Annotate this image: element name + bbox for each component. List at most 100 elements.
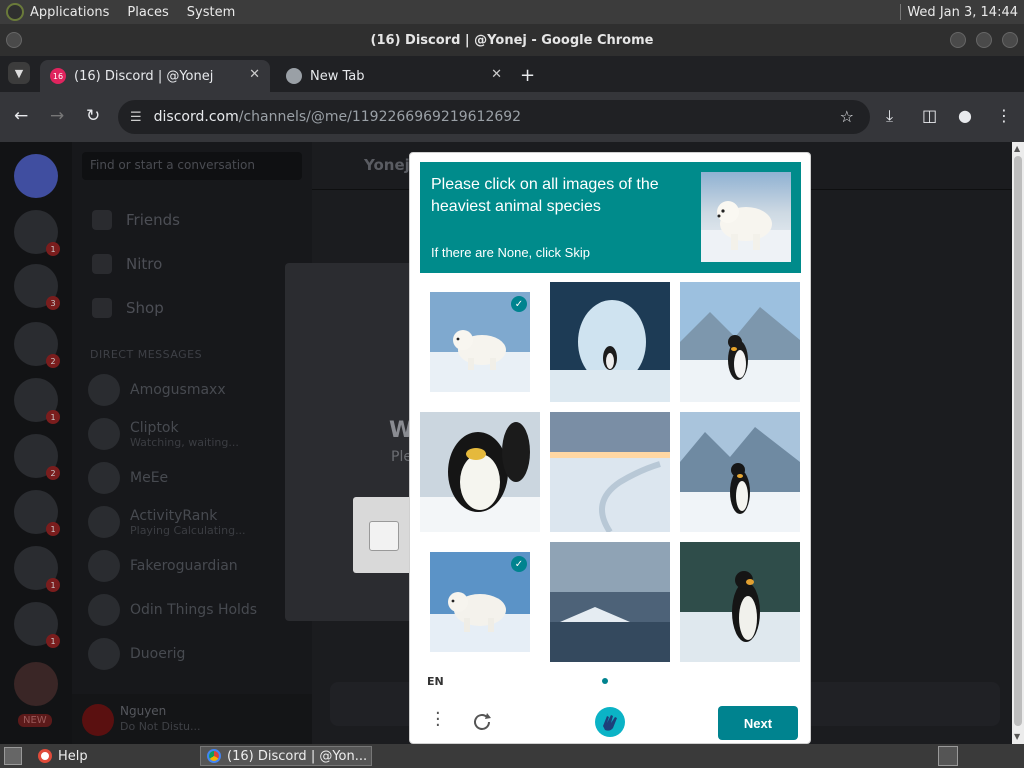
dm-item[interactable]: Odin Things Holds — [88, 594, 257, 626]
tab-label: New Tab — [310, 68, 365, 84]
scrollbar-thumb[interactable] — [1014, 156, 1022, 726]
challenge-tile-penguin-cave[interactable] — [550, 282, 670, 402]
penguin-cave-image — [550, 282, 670, 402]
minimize-icon[interactable] — [950, 32, 966, 48]
server-icon[interactable]: 2 — [14, 322, 60, 368]
show-desktop-icon[interactable] — [4, 747, 22, 765]
dm-item[interactable]: ActivityRank Playing Calculating... — [88, 506, 246, 538]
tab-search-icon[interactable]: ▼ — [8, 62, 30, 84]
dm-item[interactable]: MeEe — [88, 462, 168, 494]
user-avatar[interactable] — [82, 704, 114, 736]
scroll-down-icon[interactable]: ▼ — [1014, 732, 1020, 741]
challenge-tile-penguin-snow[interactable] — [680, 412, 800, 532]
selected-check-icon: ✓ — [511, 296, 527, 312]
taskbar: Help (16) Discord | @Yon... — [0, 744, 1024, 768]
conversation-search-input[interactable]: Find or start a conversation — [82, 152, 302, 180]
server-icon[interactable]: 2 — [14, 434, 60, 480]
maximize-icon[interactable] — [976, 32, 992, 48]
page-scrollbar[interactable]: ▲ ▼ — [1012, 142, 1024, 744]
discord-favicon-icon: 16 — [50, 68, 66, 84]
challenge-tile-snowy-landscape[interactable] — [550, 412, 670, 532]
distro-logo-icon[interactable] — [6, 3, 24, 21]
profile-icon[interactable]: ● — [958, 106, 972, 125]
help-icon — [38, 749, 52, 763]
dm-name: ActivityRank — [130, 507, 218, 524]
discord-home-icon[interactable] — [14, 154, 58, 198]
challenge-tile-icy-sea[interactable] — [550, 542, 670, 662]
tab-strip: ▼ 16 (16) Discord | @Yonej ✕ New Tab ✕ + — [0, 56, 1024, 92]
forward-icon[interactable]: → — [50, 106, 64, 126]
challenge-tile-polar-bear[interactable]: ✓ — [420, 542, 540, 662]
server-icon[interactable] — [14, 662, 58, 706]
challenge-tile-penguin-closeup[interactable] — [420, 412, 540, 532]
server-icon[interactable]: 1 — [14, 546, 60, 592]
server-icon[interactable]: 3 — [14, 264, 60, 310]
nav-label: Shop — [126, 299, 164, 317]
window-title: (16) Discord | @Yonej - Google Chrome — [370, 32, 654, 48]
window-titlebar[interactable]: (16) Discord | @Yonej - Google Chrome — [0, 24, 1024, 56]
address-bar[interactable]: ☰ discord.com /channels/@me/119226696921… — [118, 100, 870, 134]
menu-dots-icon[interactable]: · · · — [435, 705, 441, 735]
dm-item[interactable]: Duoerig — [88, 638, 185, 670]
new-tab-icon[interactable]: + — [520, 65, 535, 86]
page-indicator — [602, 678, 608, 684]
reload-icon[interactable]: ↻ — [86, 106, 100, 126]
refresh-icon[interactable] — [470, 710, 494, 734]
challenge-tile-penguin-mountains[interactable] — [680, 282, 800, 402]
shop-icon — [92, 298, 112, 318]
nav-nitro[interactable]: Nitro — [92, 254, 162, 274]
menu-system[interactable]: System — [187, 5, 235, 20]
clock[interactable]: Wed Jan 3, 14:44 — [900, 4, 1018, 20]
icy-sea-image — [550, 542, 670, 662]
menu-applications[interactable]: Applications — [30, 5, 109, 20]
server-icon[interactable]: 1 — [14, 378, 60, 424]
server-icon[interactable]: 1 — [14, 490, 60, 536]
server-icon[interactable]: 1 — [14, 210, 60, 256]
close-tab-icon[interactable]: ✕ — [249, 67, 260, 82]
challenge-tile-penguin-forest[interactable] — [680, 542, 800, 662]
next-button[interactable]: Next — [718, 706, 798, 740]
taskbar-chrome[interactable]: (16) Discord | @Yon... — [200, 746, 372, 766]
unread-badge: 1 — [46, 410, 60, 424]
dm-name: Duoerig — [130, 646, 186, 662]
language-selector[interactable]: EN — [427, 675, 444, 688]
dm-item[interactable]: Fakeroguardian — [88, 550, 238, 582]
taskbar-label: Help — [58, 748, 88, 764]
taskbar-help[interactable]: Help — [32, 746, 192, 766]
chrome-menu-icon[interactable]: ⋮ — [996, 106, 1012, 125]
scroll-up-icon[interactable]: ▲ — [1014, 144, 1020, 153]
user-panel: Nguyen Do Not Distu... — [72, 694, 312, 744]
server-icon[interactable]: 1 — [14, 602, 60, 648]
close-tab-icon[interactable]: ✕ — [491, 67, 502, 82]
challenge-footer: · · · Next — [410, 701, 810, 745]
challenge-hint: If there are None, click Skip — [431, 245, 590, 260]
tab-new-tab[interactable]: New Tab ✕ — [276, 60, 512, 92]
url-host: discord.com — [153, 109, 239, 125]
download-icon[interactable]: ⤓ — [886, 106, 893, 126]
menu-places[interactable]: Places — [127, 5, 168, 20]
challenge-prompt: Please click on all images of the heavie… — [431, 176, 659, 215]
site-info-icon[interactable]: ☰ — [130, 110, 142, 125]
window-menu-icon[interactable] — [6, 32, 22, 48]
hcaptcha-logo-icon[interactable] — [594, 706, 626, 738]
dm-item[interactable]: Amogusmaxx — [88, 374, 226, 406]
chat-title: Yonej — [364, 156, 410, 174]
dm-status: Watching, waiting... — [130, 435, 239, 449]
clock-text: Wed Jan 3, 14:44 — [907, 4, 1018, 20]
dm-item[interactable]: Cliptok Watching, waiting... — [88, 418, 239, 450]
avatar — [88, 638, 120, 670]
tray-chrome-icon[interactable] — [938, 746, 958, 766]
tab-discord[interactable]: 16 (16) Discord | @Yonej ✕ — [40, 60, 270, 92]
side-panel-icon[interactable]: ◫ — [922, 106, 937, 125]
close-window-icon[interactable] — [1002, 32, 1018, 48]
dm-name: Fakeroguardian — [130, 558, 238, 574]
back-icon[interactable]: ← — [14, 106, 28, 126]
unread-badge: 1 — [46, 522, 60, 536]
friends-icon — [92, 210, 112, 230]
nav-shop[interactable]: Shop — [92, 298, 164, 318]
captcha-checkbox[interactable] — [369, 521, 399, 551]
snowy-landscape-image — [550, 412, 670, 532]
challenge-tile-polar-bear[interactable]: ✓ — [420, 282, 540, 402]
bookmark-star-icon[interactable]: ☆ — [840, 107, 854, 126]
nav-friends[interactable]: Friends — [92, 210, 180, 230]
